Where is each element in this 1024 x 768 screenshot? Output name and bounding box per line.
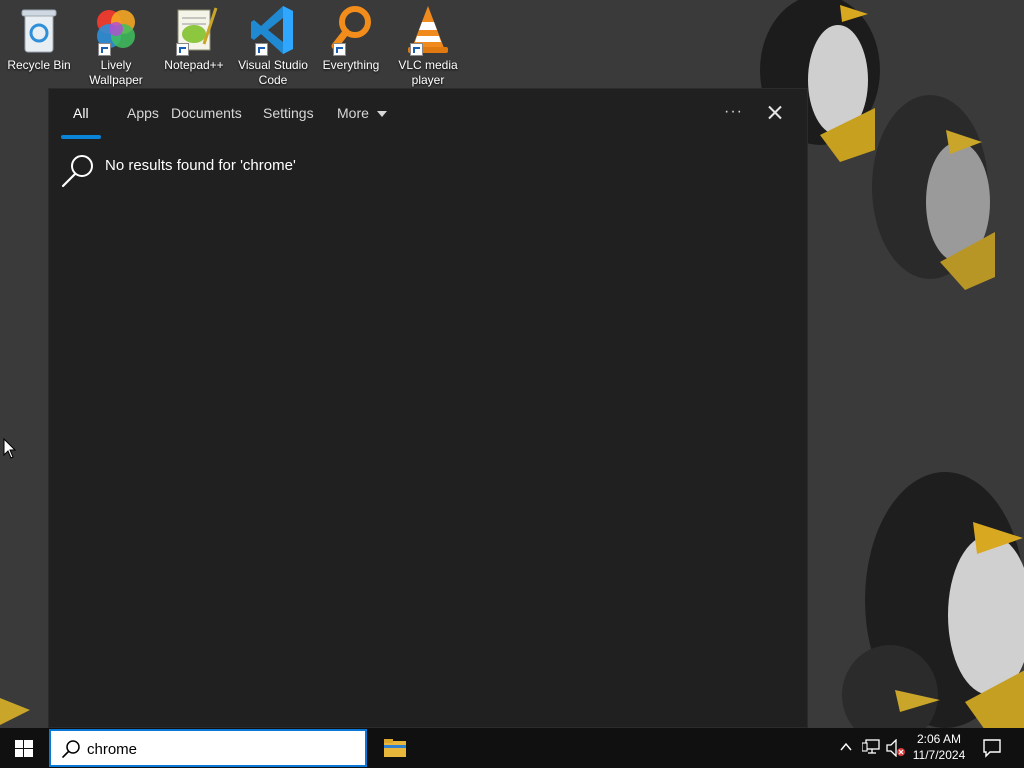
shortcut-arrow-icon [255, 43, 268, 56]
taskbar-clock[interactable]: 2:06 AM 11/7/2024 [904, 731, 974, 763]
tab-more[interactable]: More [337, 105, 387, 121]
desktop-icon-visual-studio-code[interactable]: Visual Studio Code [234, 4, 312, 88]
volume-muted-icon[interactable] [886, 739, 906, 757]
network-icon[interactable] [862, 739, 880, 755]
tab-settings[interactable]: Settings [263, 105, 314, 121]
desktop-icon-label: Lively Wallpaper [89, 58, 143, 87]
vlc-cone-icon [404, 4, 452, 56]
file-explorer-taskbar-button[interactable] [374, 728, 418, 768]
desktop-icon-vlc-media-player[interactable]: VLC media player [389, 4, 467, 88]
search-input[interactable] [87, 738, 347, 760]
chevron-up-icon[interactable] [840, 742, 852, 752]
shortcut-arrow-icon [176, 43, 189, 56]
desktop-icon-label: VLC media player [398, 58, 458, 87]
recycle-bin-icon [15, 4, 63, 56]
penguin-wallpaper-image [872, 95, 995, 290]
desktop-icon-lively-wallpaper[interactable]: Lively Wallpaper [77, 4, 155, 88]
desktop-icon-label: Notepad++ [164, 58, 224, 72]
desktop-icon-everything[interactable]: Everything [312, 4, 390, 73]
clock-date: 11/7/2024 [912, 748, 966, 762]
folder-icon [384, 739, 406, 757]
tab-more-label: More [337, 105, 369, 121]
desktop-icon-label: Visual Studio Code [238, 58, 308, 87]
shortcut-arrow-icon [98, 43, 111, 56]
clock-time: 2:06 AM [916, 732, 962, 746]
desktop-icon-notepad-plus-plus[interactable]: Notepad++ [155, 4, 233, 73]
search-panel: All Apps Documents Settings More ··· No … [48, 88, 808, 728]
desktop-icon-label: Everything [322, 58, 380, 72]
visual-studio-code-icon [249, 4, 297, 56]
shortcut-arrow-icon [410, 43, 423, 56]
desktop-icon-recycle-bin[interactable]: Recycle Bin [0, 4, 78, 73]
close-button[interactable] [765, 101, 785, 123]
mouse-cursor-icon [3, 438, 17, 459]
notepad-plus-plus-icon [170, 4, 218, 56]
search-icon [62, 740, 80, 758]
start-button[interactable] [0, 728, 48, 768]
penguin-wallpaper-image [0, 698, 30, 725]
penguin-wallpaper-image [842, 645, 940, 730]
shortcut-arrow-icon [333, 43, 346, 56]
caret-down-icon [376, 111, 387, 118]
active-tab-indicator [61, 135, 101, 139]
desktop-icon-label: Recycle Bin [7, 58, 71, 72]
everything-search-icon [327, 4, 375, 56]
taskbar: 2:06 AM 11/7/2024 [0, 728, 1024, 768]
notification-center-icon[interactable] [982, 738, 1002, 758]
tab-all[interactable]: All [73, 105, 89, 121]
taskbar-search-box[interactable] [49, 729, 367, 767]
search-icon [61, 155, 93, 188]
tab-apps[interactable]: Apps [127, 105, 159, 121]
lively-wallpaper-icon [92, 4, 140, 56]
no-results-message: No results found for 'chrome' [105, 157, 296, 174]
more-options-button[interactable]: ··· [724, 103, 743, 121]
tab-documents[interactable]: Documents [171, 105, 242, 121]
windows-logo-icon [15, 740, 33, 757]
